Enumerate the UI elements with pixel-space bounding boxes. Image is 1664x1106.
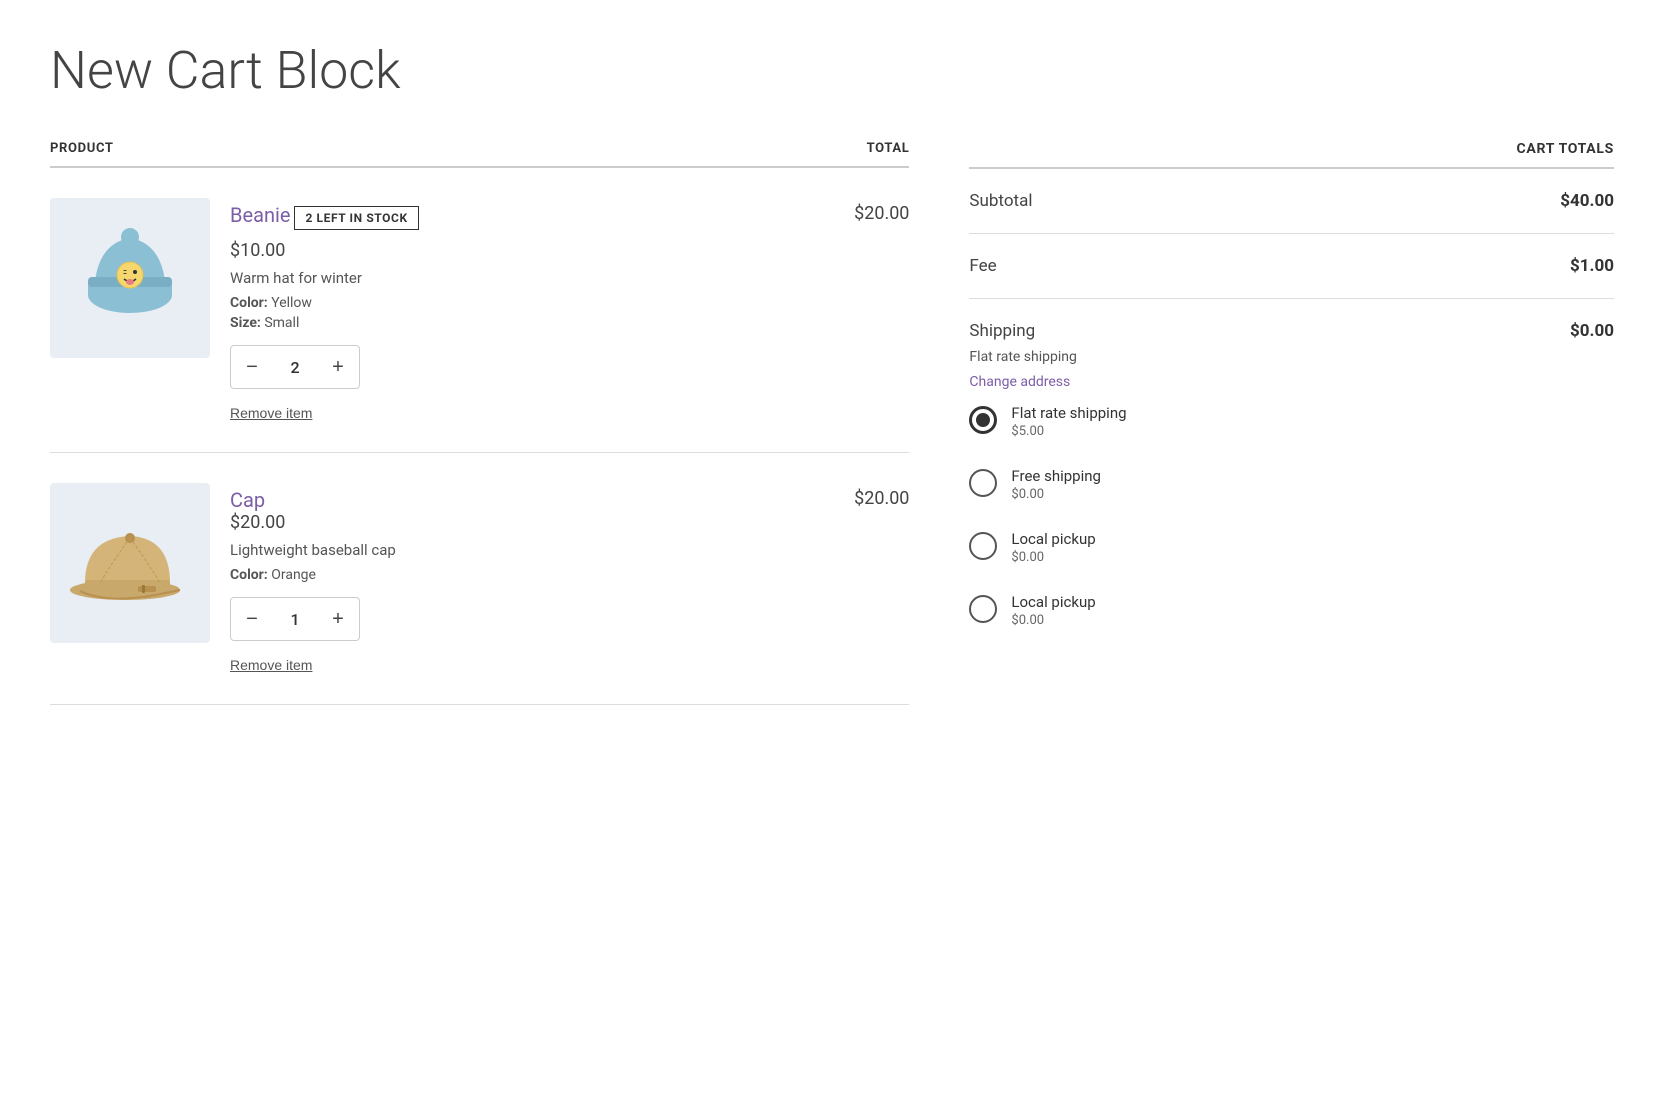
cart-left: PRODUCT TOTAL <box>50 141 909 705</box>
shipping-label: Shipping <box>969 321 1035 341</box>
quantity-value-cap: 1 <box>273 610 317 629</box>
color-value-cap: Orange <box>271 567 316 583</box>
product-image-beanie <box>50 198 210 358</box>
quantity-control-beanie: − 2 + <box>230 345 360 389</box>
shipping-option-local_pickup_2[interactable]: Local pickup $0.00 <box>969 579 1614 642</box>
shipping-option-name-free_shipping: Free shipping <box>1011 467 1101 485</box>
page-title: New Cart Block <box>50 40 1614 101</box>
cart-header: PRODUCT TOTAL <box>50 141 909 168</box>
radio-local_pickup_1[interactable] <box>969 532 997 560</box>
shipping-option-name-local_pickup_1: Local pickup <box>1011 530 1095 548</box>
quantity-value-beanie: 2 <box>273 358 317 377</box>
quantity-increase-cap[interactable]: + <box>317 598 359 640</box>
beanie-illustration <box>75 223 185 333</box>
product-description-beanie: Warm hat for winter <box>230 269 809 287</box>
stock-badge-beanie: 2 LEFT IN STOCK <box>294 206 418 230</box>
shipping-option-free_shipping[interactable]: Free shipping $0.00 <box>969 453 1614 516</box>
product-color-cap: Color: Orange <box>230 567 809 583</box>
cart-item-cap: Cap $20.00 Lightweight baseball cap Colo… <box>50 453 909 705</box>
color-label-beanie: Color: <box>230 295 268 311</box>
color-value-beanie: Yellow <box>271 295 312 311</box>
cap-illustration <box>70 518 190 608</box>
shipping-option-local_pickup_1[interactable]: Local pickup $0.00 <box>969 516 1614 579</box>
shipping-option-details-local_pickup_1: Local pickup $0.00 <box>1011 530 1095 565</box>
product-details-cap: Cap $20.00 Lightweight baseball cap Colo… <box>230 483 809 674</box>
shipping-option-price-flat_rate: $5.00 <box>1011 424 1126 439</box>
fee-row: Fee $1.00 <box>969 234 1614 299</box>
shipping-option-details-free_shipping: Free shipping $0.00 <box>1011 467 1101 502</box>
product-size-beanie: Size: Small <box>230 315 809 331</box>
quantity-decrease-beanie[interactable]: − <box>231 346 273 388</box>
shipping-description: Flat rate shipping <box>969 349 1614 365</box>
size-value-beanie: Small <box>264 315 299 331</box>
size-label-beanie: Size: <box>230 315 261 331</box>
subtotal-row: Subtotal $40.00 <box>969 169 1614 234</box>
product-price-beanie: $10.00 <box>230 240 809 261</box>
quantity-decrease-cap[interactable]: − <box>231 598 273 640</box>
shipping-option-flat_rate[interactable]: Flat rate shipping $5.00 <box>969 390 1614 453</box>
shipping-option-details-flat_rate: Flat rate shipping $5.00 <box>1011 404 1126 439</box>
shipping-top: Shipping $0.00 <box>969 321 1614 341</box>
product-name-beanie[interactable]: Beanie <box>230 203 290 227</box>
remove-item-cap[interactable]: Remove item <box>230 657 312 673</box>
remove-item-beanie[interactable]: Remove item <box>230 405 312 421</box>
color-label-cap: Color: <box>230 567 268 583</box>
radio-inner-flat_rate <box>976 413 990 427</box>
quantity-increase-beanie[interactable]: + <box>317 346 359 388</box>
shipping-options-container: Flat rate shipping $5.00 Free shipping $0.0… <box>969 390 1614 642</box>
quantity-control-cap: − 1 + <box>230 597 360 641</box>
change-address-link[interactable]: Change address <box>969 374 1070 390</box>
item-total-beanie: $20.00 <box>829 198 909 224</box>
shipping-option-details-local_pickup_2: Local pickup $0.00 <box>1011 593 1095 628</box>
shipping-option-price-local_pickup_2: $0.00 <box>1011 613 1095 628</box>
fee-label: Fee <box>969 256 996 276</box>
product-price-cap: $20.00 <box>230 512 809 533</box>
product-name-cap[interactable]: Cap <box>230 488 265 512</box>
shipping-option-name-local_pickup_2: Local pickup <box>1011 593 1095 611</box>
item-total-cap: $20.00 <box>829 483 909 509</box>
product-description-cap: Lightweight baseball cap <box>230 541 809 559</box>
radio-local_pickup_2[interactable] <box>969 595 997 623</box>
main-layout: PRODUCT TOTAL <box>50 141 1614 705</box>
shipping-option-price-local_pickup_1: $0.00 <box>1011 550 1095 565</box>
shipping-section: Shipping $0.00 Flat rate shipping Change… <box>969 299 1614 664</box>
cart-totals-header: CART TOTALS <box>969 141 1614 169</box>
product-details-beanie: Beanie 2 LEFT IN STOCK $10.00 Warm hat f… <box>230 198 809 422</box>
subtotal-value: $40.00 <box>1560 191 1614 211</box>
fee-value: $1.00 <box>1570 256 1614 276</box>
shipping-value: $0.00 <box>1570 321 1614 341</box>
subtotal-label: Subtotal <box>969 191 1032 211</box>
product-image-cap <box>50 483 210 643</box>
cart-right: CART TOTALS Subtotal $40.00 Fee $1.00 Sh… <box>969 141 1614 705</box>
radio-flat_rate[interactable] <box>969 406 997 434</box>
shipping-option-price-free_shipping: $0.00 <box>1011 487 1101 502</box>
cart-header-product: PRODUCT <box>50 141 114 156</box>
radio-free_shipping[interactable] <box>969 469 997 497</box>
cart-item-beanie: Beanie 2 LEFT IN STOCK $10.00 Warm hat f… <box>50 168 909 453</box>
shipping-option-name-flat_rate: Flat rate shipping <box>1011 404 1126 422</box>
product-color-beanie: Color: Yellow <box>230 295 809 311</box>
cart-header-total: TOTAL <box>867 141 910 156</box>
